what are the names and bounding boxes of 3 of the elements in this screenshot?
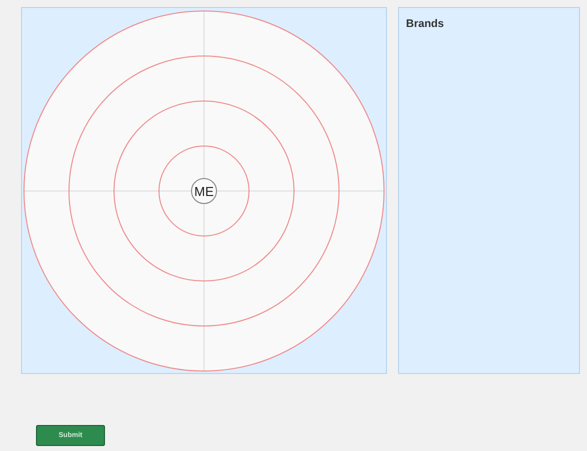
panel-title: Brands	[406, 18, 444, 30]
center-label: ME	[194, 184, 214, 198]
center-marker	[191, 178, 217, 204]
